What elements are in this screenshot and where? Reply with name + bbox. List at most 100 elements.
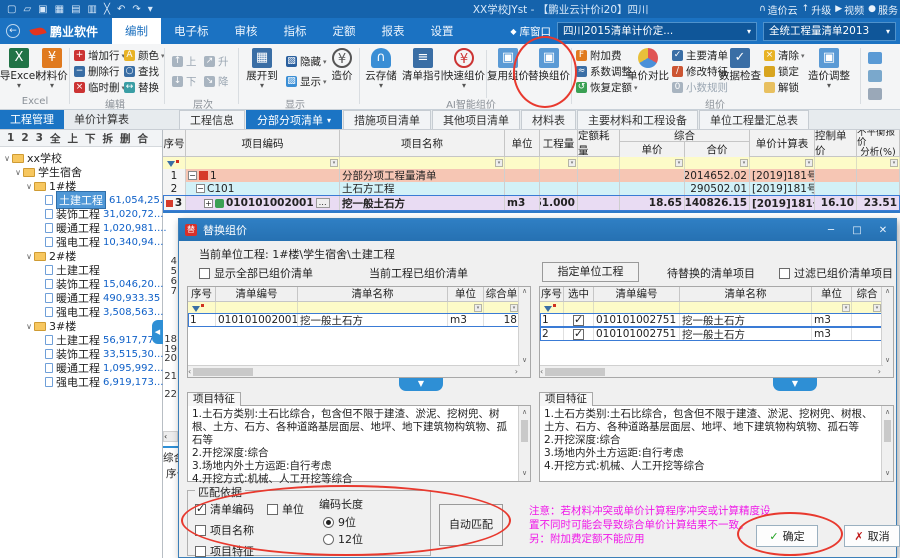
- tab-project-manage[interactable]: 工程管理: [0, 110, 64, 129]
- menu-tab[interactable]: 定额: [320, 18, 369, 44]
- dialog-titlebar[interactable]: 替 替换组价 ─ □ ✕: [179, 219, 896, 241]
- filter-cell[interactable]: ▾: [540, 157, 578, 169]
- cell-selected[interactable]: [564, 313, 594, 327]
- collapse-down-arrow[interactable]: ▼: [773, 378, 817, 391]
- export-excel-button[interactable]: X导Excel▾: [2, 46, 36, 98]
- match-name-checkbox[interactable]: 项目名称: [195, 522, 254, 538]
- col-header[interactable]: 清单编号: [594, 287, 680, 302]
- tree-item[interactable]: 装饰工程 15,046,20...: [0, 277, 162, 291]
- list-guide-button[interactable]: ≡清单指引: [402, 46, 444, 98]
- col-header-total[interactable]: 合价: [685, 142, 750, 157]
- demote-button[interactable]: ↘降: [204, 74, 229, 89]
- cell-selected[interactable]: [564, 327, 594, 341]
- reuse-price-button[interactable]: ▣复用组价: [488, 46, 528, 98]
- clear-button[interactable]: ×清除▾: [764, 48, 805, 63]
- tree-item[interactable]: 学生宿舍: [0, 165, 162, 179]
- tree-item[interactable]: 土建工程 61,054,25...: [0, 193, 162, 207]
- close-icon[interactable]: ✕: [870, 225, 896, 236]
- promote-button[interactable]: ↗升: [204, 54, 229, 69]
- lib-window-button[interactable]: ◆库窗口: [510, 24, 551, 39]
- filter-priced-checkbox[interactable]: 过滤已组价清单项目: [779, 265, 893, 281]
- expand-to-button[interactable]: ▦展开到▾: [242, 46, 282, 98]
- surcharge-button[interactable]: F附加费: [576, 48, 622, 63]
- tree-item[interactable]: 土建工程: [0, 263, 162, 277]
- feature-tab[interactable]: 项目特征: [539, 392, 593, 406]
- main-tab[interactable]: 材料表▾: [521, 110, 576, 129]
- show-button[interactable]: ▨显示▾: [286, 74, 327, 89]
- grid-row-group[interactable]: 2 −C101 土石方工程 290502.01 [2019]181号: [163, 182, 900, 195]
- target-list-table[interactable]: 序号 选中 清单编号 清单名称 单位 综合 ▾▾ 1 010101002751 …: [539, 286, 894, 378]
- col-header-composite[interactable]: 综合: [620, 130, 750, 142]
- tree-expander-icon[interactable]: [13, 168, 23, 177]
- filter-cell[interactable]: ▾: [857, 157, 900, 169]
- tree-expander-icon[interactable]: [24, 182, 34, 191]
- col-header-seq[interactable]: 序号: [163, 130, 186, 157]
- assign-unit-project-button[interactable]: 指定单位工程: [542, 262, 639, 282]
- col-header[interactable]: 单位: [812, 287, 852, 302]
- col-header-qty[interactable]: 工程量: [540, 130, 578, 157]
- vertical-scrollbar[interactable]: ∧∨: [518, 406, 530, 481]
- maximize-icon[interactable]: □: [844, 225, 870, 236]
- col-header-control-price[interactable]: 控制单价: [815, 130, 857, 157]
- confirm-button[interactable]: ✓确定: [756, 525, 818, 547]
- truncated-tool-icon[interactable]: [868, 70, 882, 82]
- cost-button[interactable]: ¥造价: [326, 46, 358, 98]
- find-button[interactable]: ○查找: [124, 64, 159, 79]
- tree-expander-icon[interactable]: [2, 154, 12, 163]
- cloud-store-button[interactable]: ∩云存储▾: [362, 46, 400, 98]
- main-tab[interactable]: 工程信息▾: [179, 110, 245, 129]
- tree-item[interactable]: 暖通工程 490,933.35: [0, 291, 162, 305]
- material-price-button[interactable]: ¥材料价▾: [36, 46, 68, 98]
- back-icon[interactable]: ←: [6, 24, 20, 38]
- feature-tab[interactable]: 项目特征: [187, 392, 241, 406]
- move-up-button[interactable]: ↑上: [172, 54, 197, 69]
- delete-row-button[interactable]: −删除行: [74, 64, 120, 79]
- filter-cell[interactable]: [578, 157, 620, 169]
- col-header[interactable]: 单位: [448, 287, 484, 302]
- tree-item[interactable]: 2#楼: [0, 249, 162, 263]
- match-feature-checkbox[interactable]: 项目特征: [195, 543, 254, 558]
- tree-item[interactable]: 装饰工程 31,020,72...: [0, 207, 162, 221]
- quick-price-button[interactable]: ¥快速组价▾: [444, 46, 484, 98]
- table-row[interactable]: 1 010101002001 挖一般土石方 m3 18: [188, 313, 530, 327]
- menu-tab[interactable]: 指标: [271, 18, 320, 44]
- quick-access-icon[interactable]: ▢: [7, 4, 16, 15]
- col-header[interactable]: 清单名称: [680, 287, 812, 302]
- replace-price-button[interactable]: ▣替换组价: [528, 46, 570, 98]
- move-down-button[interactable]: ↓下: [172, 74, 197, 89]
- hide-button[interactable]: ▧隐藏▾: [286, 54, 327, 69]
- collapse-down-arrow[interactable]: ▼: [399, 378, 443, 391]
- menu-tab[interactable]: 电子标: [161, 18, 222, 44]
- col-header-code[interactable]: 项目编码: [186, 130, 340, 157]
- radio-9-digit[interactable]: 9位: [323, 514, 356, 530]
- list-standard-select[interactable]: 全统工程量清单2013▾: [763, 22, 896, 41]
- ellipsis-button[interactable]: …: [316, 198, 330, 208]
- tree-item[interactable]: 强电工程 10,340,94...: [0, 235, 162, 249]
- col-header[interactable]: 清单编号: [216, 287, 298, 302]
- lock-button[interactable]: 锁定: [764, 64, 799, 79]
- col-header-price[interactable]: 单价: [620, 142, 685, 157]
- filter-cell[interactable]: ▾: [340, 157, 505, 169]
- tree-toolbar-button[interactable]: 合: [137, 131, 148, 146]
- tree-expander-icon[interactable]: [24, 322, 34, 331]
- vertical-scrollbar[interactable]: ∧∨: [881, 287, 893, 377]
- priced-list-table[interactable]: 序号 清单编号 清单名称 单位 综合单 ▾▾ 1 010101002001 挖一…: [187, 286, 531, 378]
- quota-library-select[interactable]: 四川2015清单计价定...▾: [557, 22, 757, 41]
- horizontal-scrollbar[interactable]: ‹›: [540, 365, 883, 377]
- tree-item[interactable]: 强电工程 6,919,173...: [0, 375, 162, 389]
- tree-toolbar-button[interactable]: 拆: [102, 131, 113, 146]
- panel-collapse-handle[interactable]: ◀: [152, 320, 163, 344]
- quick-access-icon[interactable]: ▣: [38, 4, 47, 15]
- col-header[interactable]: 综合: [852, 287, 883, 302]
- collapse-icon[interactable]: −: [188, 171, 197, 180]
- titlebar-tool-button[interactable]: ∩造价云: [759, 2, 798, 17]
- tree-toolbar-button[interactable]: 删: [120, 131, 131, 146]
- truncated-tool-icon[interactable]: [868, 52, 882, 64]
- table-row[interactable]: 2 010101002751 挖一般土石方 m3: [540, 327, 893, 341]
- quick-access-icon[interactable]: ╳: [104, 4, 110, 15]
- quick-access-icon[interactable]: ↷: [132, 4, 140, 15]
- tree-item[interactable]: 暖通工程 1,095,992...: [0, 361, 162, 375]
- color-button[interactable]: A颜色▾: [124, 48, 165, 63]
- replace-button[interactable]: ↔替换: [124, 80, 159, 95]
- coefficient-button[interactable]: ≈系数调整: [576, 64, 632, 79]
